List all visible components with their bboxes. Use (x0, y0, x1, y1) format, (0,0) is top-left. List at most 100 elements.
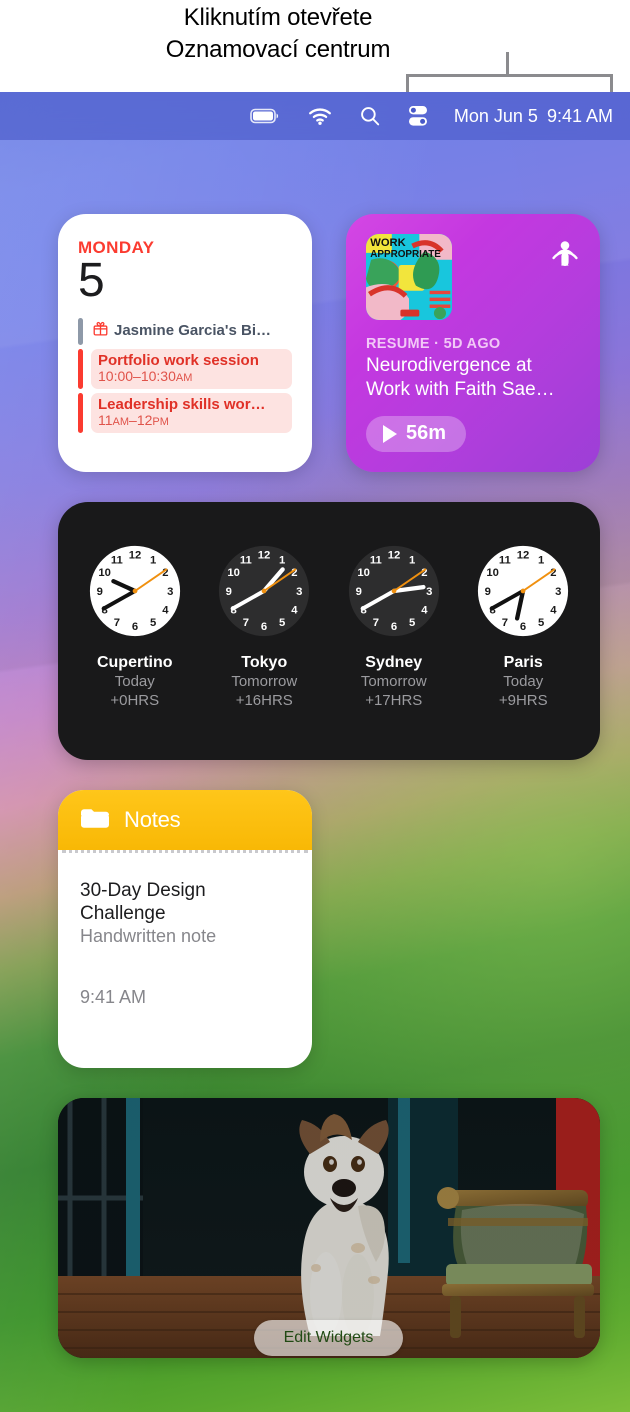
calendar-event-leadership[interactable]: Leadership skills wor… 11AM–12PM (78, 393, 292, 433)
calendar-widget[interactable]: MONDAY 5 Jasmine Garcia's Bi… Portfolio … (58, 214, 312, 472)
clock-cell-sydney[interactable]: 12 1 2 345 678 9 10 11 Sydney Tomorrow +17HR… (334, 542, 454, 710)
event-title: Portfolio work session (98, 352, 259, 369)
note-timestamp: 9:41 AM (80, 987, 147, 1007)
podcast-episode-title: Neurodivergence at Work with Faith Sae… (366, 355, 555, 400)
svg-text:1: 1 (538, 555, 544, 567)
notes-perforation (62, 850, 308, 859)
clock-day: Tomorrow (360, 673, 427, 690)
svg-text:7: 7 (372, 617, 378, 629)
notes-widget-title: Notes (124, 807, 181, 832)
svg-text:3: 3 (426, 586, 432, 598)
svg-text:12: 12 (517, 550, 530, 562)
notes-widget[interactable]: Notes 30-Day Design Challenge Handwritte… (58, 790, 312, 1068)
edit-widgets-label: Edit Widgets (283, 1329, 374, 1346)
clock-cell-paris[interactable]: 12 1 2 345 678 9 10 11 Paris Today +9HRS (463, 542, 583, 710)
event-color-bar (78, 318, 83, 345)
callout-text: Kliknutím otevřete Oznamovací centrum (165, 4, 391, 63)
callout-annotation: Kliknutím otevřete Oznamovací centrum (0, 0, 630, 92)
event-color-bar (78, 349, 83, 389)
clock-offset: +0HRS (110, 692, 160, 709)
svg-text:4: 4 (291, 605, 298, 617)
event-time: 10:00–10:30AM (98, 368, 193, 384)
folder-icon (80, 806, 110, 835)
svg-text:5: 5 (538, 617, 544, 629)
svg-text:5: 5 (409, 617, 415, 629)
svg-text:5: 5 (150, 617, 156, 629)
clock-offset: +16HRS (235, 692, 293, 709)
podcasts-widget[interactable]: WORK APPROPRIATE RESUME · 5D AGO Neurodi… (346, 214, 600, 472)
callout-bracket-left-tick (406, 74, 409, 92)
clock-cell-cupertino[interactable]: 12 1 2 345 678 9 10 11 Cupertino Today +0HRS (75, 542, 195, 710)
clock-cell-tokyo[interactable]: 12 1 2 345 678 9 10 11 Tokyo Tomorrow +16HRS (204, 542, 324, 710)
svg-text:6: 6 (391, 621, 397, 633)
svg-text:10: 10 (487, 567, 500, 579)
podcast-play-button[interactable]: 56m (366, 416, 467, 452)
clock-city: Tokyo (241, 654, 288, 671)
clock-offset: +17HRS (365, 692, 423, 709)
search-icon[interactable] (360, 106, 380, 126)
edit-widgets-button[interactable]: Edit Widgets (254, 1320, 403, 1356)
battery-icon[interactable] (250, 108, 280, 124)
photos-widget[interactable] (58, 1098, 600, 1358)
svg-text:7: 7 (243, 617, 249, 629)
svg-text:6: 6 (132, 621, 138, 633)
clock-city: Cupertino (96, 654, 173, 671)
calendar-event-list: Jasmine Garcia's Bi… Portfolio work sess… (78, 318, 292, 433)
podcast-duration: 56m (406, 422, 447, 444)
clock-face-dark: 12 12 345 678 91011 (219, 545, 310, 637)
note-title: 30-Day Design Challenge (80, 880, 206, 924)
clock-day: Tomorrow (231, 673, 298, 690)
svg-text:12: 12 (387, 550, 400, 562)
clock-city: Sydney (365, 654, 423, 671)
svg-text:6: 6 (520, 621, 526, 633)
play-icon (383, 424, 397, 443)
callout-bracket-right-tick (610, 74, 613, 92)
menu-bar-time: 9:41 AM (546, 105, 613, 126)
calendar-day-number: 5 (78, 254, 105, 307)
svg-text:7: 7 (502, 617, 508, 629)
menu-bar-clock[interactable]: Mon Jun 5 9:41 AM (454, 106, 613, 127)
svg-text:9: 9 (485, 586, 491, 598)
svg-text:11: 11 (111, 555, 123, 567)
clock-face-light: 12 12 345 678 91011 (478, 545, 569, 637)
photo-image (58, 1098, 600, 1358)
svg-text:9: 9 (355, 586, 361, 598)
svg-text:APPROPRIATE: APPROPRIATE (370, 249, 441, 260)
svg-text:11: 11 (499, 555, 511, 567)
svg-text:11: 11 (370, 555, 382, 567)
svg-text:11: 11 (240, 555, 252, 567)
svg-text:4: 4 (550, 605, 557, 617)
svg-text:12: 12 (258, 550, 271, 562)
svg-text:1: 1 (279, 555, 285, 567)
clock-city: Paris (503, 654, 543, 671)
podcast-meta: RESUME · 5D AGO (366, 336, 501, 352)
event-title: Leadership skills wor… (98, 396, 266, 413)
world-clock-widget[interactable]: 12 1 2 345 678 9 10 11 Cupertino Today +0HRS… (58, 502, 600, 760)
notes-widget-body: 30-Day Design Challenge Handwritten note… (58, 859, 312, 1008)
menu-bar-date: Mon Jun 5 (453, 105, 538, 126)
svg-text:3: 3 (296, 586, 302, 598)
svg-text:6: 6 (261, 621, 267, 633)
svg-text:9: 9 (96, 586, 102, 598)
svg-text:5: 5 (279, 617, 285, 629)
wifi-icon[interactable] (308, 107, 332, 125)
calendar-event-birthday[interactable]: Jasmine Garcia's Bi… (78, 318, 292, 345)
control-center-icon[interactable] (408, 105, 428, 127)
clock-face-dark: 12 12 345 678 91011 (348, 545, 439, 637)
menu-bar: Mon Jun 5 9:41 AM (0, 92, 630, 140)
notes-widget-header: Notes (58, 790, 312, 850)
clock-offset: +9HRS (498, 692, 548, 709)
svg-text:10: 10 (98, 567, 111, 579)
podcast-icon (548, 232, 582, 273)
note-subtitle: Handwritten note (80, 926, 217, 946)
svg-text:10: 10 (228, 567, 241, 579)
svg-text:4: 4 (162, 605, 169, 617)
calendar-day-name: MONDAY (78, 238, 155, 257)
svg-text:1: 1 (409, 555, 415, 567)
svg-text:3: 3 (167, 586, 173, 598)
clock-day: Today (114, 673, 155, 690)
svg-text:3: 3 (555, 586, 561, 598)
calendar-event-portfolio[interactable]: Portfolio work session 10:00–10:30AM (78, 349, 292, 389)
clock-day: Today (503, 673, 544, 690)
svg-text:12: 12 (128, 550, 141, 562)
